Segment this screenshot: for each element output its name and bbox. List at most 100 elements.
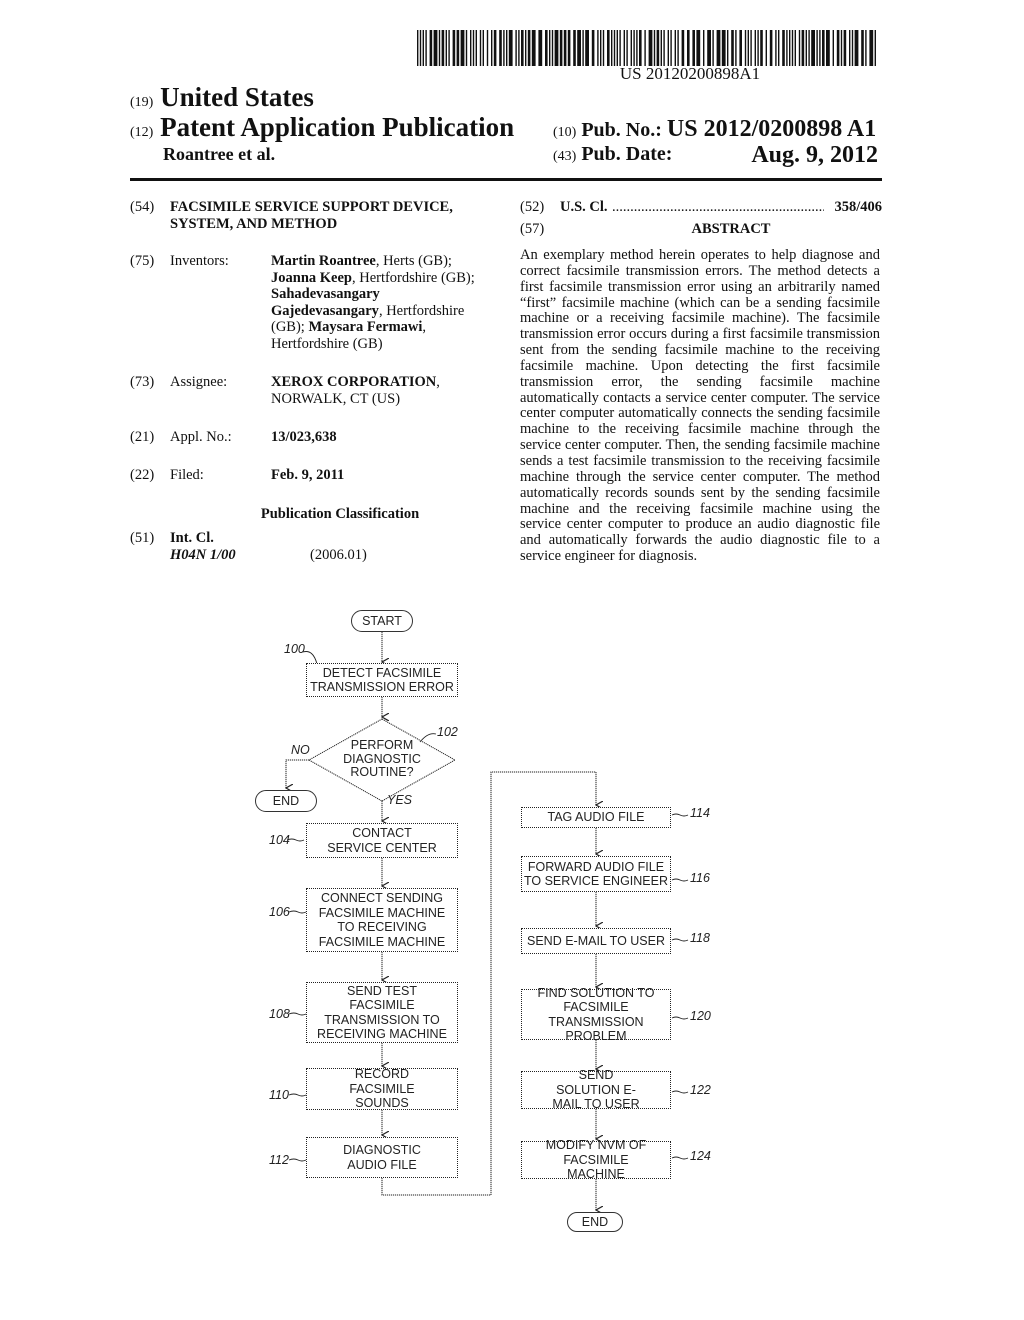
barcode-bar [591,30,595,66]
barcode-bar [425,30,427,66]
country-heading: (19) United States [130,82,314,113]
barcode-bar [506,30,508,66]
barcode-bar [585,30,589,66]
barcode-bar [674,30,676,66]
barcode-bar [479,30,482,66]
barcode-bar [616,30,618,66]
ref-106: 106 [269,905,290,919]
connector-no [286,759,309,788]
pub-date-value: Aug. 9, 2012 [751,142,878,168]
barcode-bar [433,30,438,66]
flowchart-connectors [0,632,689,1320]
barcode-bar [687,30,690,66]
barcode-bar [826,30,830,66]
step-100: DETECT FACSIMILE TRANSMISSION ERROR [306,663,458,697]
barcode-bar [644,30,646,66]
ipc-class: H04N 1/00 [170,547,236,563]
barcode-bar [503,30,505,66]
ref-leader [288,1012,307,1016]
filed-date: Feb. 9, 2011 [271,467,345,483]
start-terminal: START [351,610,413,632]
barcode-bar [602,30,605,66]
barcode-bar [456,30,460,66]
barcode-bar [648,30,653,66]
barcode-bar [527,30,531,66]
assignee-location: NORWALK, CT (US) [271,390,401,407]
ref-leader [671,938,689,942]
leader-dots: ........................................… [612,199,824,215]
ref-124: 124 [690,1149,711,1163]
field-code: (22) [130,467,155,483]
ref-104: 104 [269,833,290,847]
barcode-bar [822,30,825,66]
step-108: SEND TEST FACSIMILE TRANSMISSION TO RECE… [306,982,458,1043]
pub-no-code: (10) [553,125,577,140]
barcode-bar [819,30,821,66]
barcode-bar [782,30,785,66]
pub-no-label: Pub. No.: [581,119,662,141]
country-name: United States [160,82,314,112]
step-106: CONNECT SENDING FACSIMILE MACHINE TO REC… [306,888,458,952]
barcode-bar [573,30,576,66]
decision-line: ROUTINE? [350,765,414,779]
field-code: (54) [130,199,155,215]
inventor-name: Joanna Keep [271,269,352,286]
barcode-bar [811,30,815,66]
step-118: SEND E-MAIL TO USER [521,928,671,954]
barcode [417,30,876,66]
barcode-bar [716,30,721,66]
field-label: Inventors: [170,253,229,269]
barcode-bar [789,30,791,66]
barcode-bar [843,30,847,66]
ref-114: 114 [690,806,710,820]
inventor-location: , Herts (GB); [375,253,452,269]
barcode-bar [854,30,859,66]
barcode-bar [696,30,701,66]
barcode-bar [475,30,477,66]
barcode-bar [567,30,571,66]
ref-110: 110 [269,1088,289,1102]
ref-leader [671,878,689,882]
barcode-bar [582,30,584,66]
barcode-bar [623,30,625,66]
barcode-bar [419,30,422,66]
ref-leader [671,1090,689,1094]
barcode-bar [769,30,773,66]
step-110: RECORD FACSIMILE SOUNDS [306,1067,458,1110]
assignee-value: XEROX CORPORATION, NORWALK, CT (US) [271,374,440,407]
barcode-bar [508,30,513,66]
barcode-bar [760,30,763,66]
barcode-bar [750,30,752,66]
step-120: FIND SOLUTION TO FACSIMILE TRANSMISSION … [521,986,671,1043]
barcode-bar [613,30,616,66]
step-104: CONTACT SERVICE CENTER [306,823,458,858]
barcode-bar [600,30,602,66]
barcode-bar [653,30,656,66]
barcode-bar [448,30,450,66]
ref-102: 102 [437,725,458,739]
barcode-bar [677,30,679,66]
barcode-bar [636,30,638,66]
inventor-name: Martin Roantree [271,253,376,269]
ref-116: 116 [690,871,710,885]
barcode-bar [754,30,756,66]
barcode-bar [667,30,669,66]
barcode-bar [727,30,729,66]
ipc-version: (2006.01) [310,547,367,563]
ref-leader [288,1158,307,1162]
field-label: Appl. No.: [170,429,232,445]
country-code: (19) [130,95,154,110]
field-label: Assignee: [170,374,228,390]
barcode-bar [865,30,867,66]
barcode-bar [441,30,445,66]
decision-line: DIAGNOSTIC [343,751,421,766]
barcode-bar [840,30,843,66]
barcode-bar [577,30,581,66]
barcode-bar [851,30,854,66]
field-code: (75) [130,253,155,269]
barcode-bar [663,30,665,66]
field-code: (73) [130,374,155,390]
barcode-bar [765,30,767,66]
inventors-list: Martin Roantree, Herts (GB); Joanna Keep… [271,253,481,352]
barcode-bar [836,30,840,66]
